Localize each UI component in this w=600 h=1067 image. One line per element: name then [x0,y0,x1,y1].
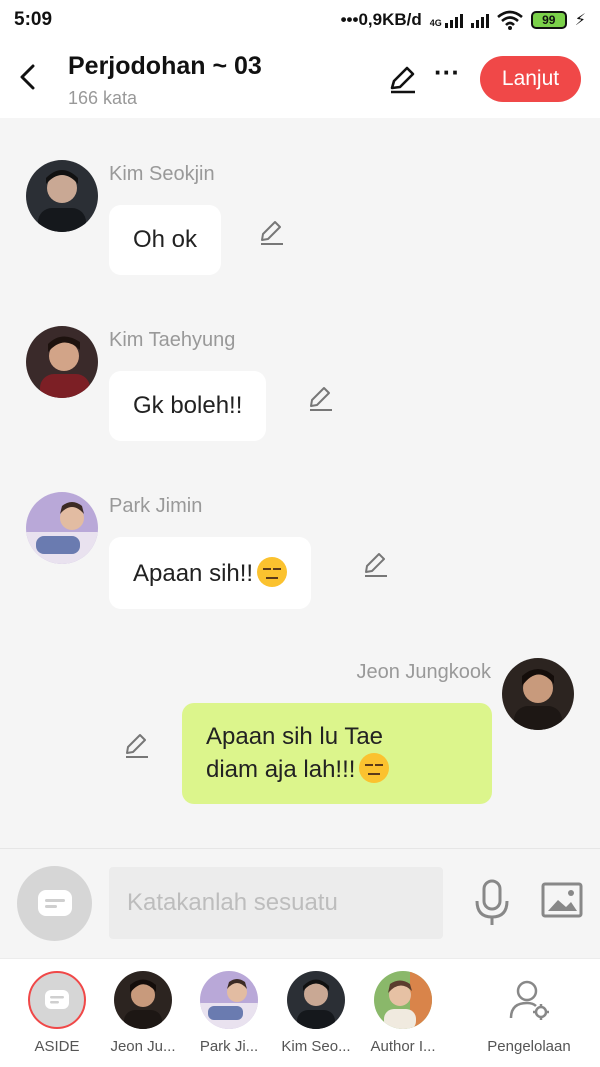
expressionless-face-icon [257,557,288,587]
character-label: Park Ji... [199,1038,259,1055]
character-label: Pengelolaan [487,1038,571,1055]
message-bubble[interactable]: Apaan sih lu Tae diam aja lah!!! [182,703,492,804]
status-time: 5:09 [14,9,53,30]
status-indicators: •••0,9KB/d 4G 99 ⚡ [341,10,586,30]
character-author[interactable]: Author I... [358,971,448,1055]
edit-message-icon[interactable] [362,551,390,579]
word-count: 166 kata [68,88,138,108]
jimin-avatar [200,971,258,1029]
pencil-icon [390,66,415,94]
cell-signal-icon: 4G [430,12,463,28]
seokjin-avatar[interactable] [26,160,98,232]
message-bubble[interactable]: Gk boleh!! [109,371,267,441]
chat-bubble-icon [37,889,72,916]
character-label: Kim Seo... [281,1038,351,1055]
cell-signal-2-icon [470,12,489,28]
status-bar: 5:09 •••0,9KB/d 4G 99 ⚡ [0,0,600,40]
expressionless-face-icon [359,753,390,783]
character-jungkook[interactable]: Jeon Ju... [98,971,188,1055]
page-title: Perjodohan ~ 03 [68,52,262,80]
jungkook-avatar[interactable] [502,658,574,730]
image-icon [541,882,583,918]
character-seokjin[interactable]: Kim Seo... [271,971,361,1055]
charging-icon: ⚡ [574,12,586,29]
aside-avatar [28,971,86,1029]
ellipsis-icon: ··· [434,57,460,87]
character-management[interactable]: Pengelolaan [474,971,584,1055]
taehyung-avatar[interactable] [26,326,98,398]
character-aside[interactable]: ASIDE [12,971,102,1055]
character-label: Jeon Ju... [110,1038,176,1055]
jimin-avatar[interactable] [26,492,98,564]
sender-name: Park Jimin [109,495,203,517]
battery-icon: 99 [530,11,567,29]
character-label: ASIDE [34,1038,80,1055]
next-button[interactable]: Lanjut [480,56,581,102]
user-settings-icon [509,980,549,1020]
story-header: Perjodohan ~ 03 166 kata ··· Lanjut [0,40,600,118]
edit-message-icon[interactable] [307,385,335,413]
sender-name: Kim Taehyung [109,329,236,351]
edit-message-icon[interactable] [258,219,286,247]
message-composer [0,848,600,958]
character-label: Author I... [370,1038,436,1055]
wifi-icon [496,10,523,30]
management-icon-wrap [500,971,558,1029]
edit-title-button[interactable] [388,64,418,94]
back-button[interactable] [14,62,40,92]
aside-toggle-button[interactable] [17,866,92,941]
chat-bubble-icon [45,990,69,1009]
more-options-button[interactable]: ··· [432,59,462,92]
author-avatar [374,971,432,1029]
network-speed: •••0,9KB/d [340,10,422,29]
chat-area[interactable]: Kim Seokjin Oh ok Kim Taehyung Gk boleh!… [0,118,600,848]
message-bubble[interactable]: Apaan sih!! [109,537,312,609]
character-bar: ASIDE Jeon Ju... Park Ji... Kim Seo... A… [0,958,600,1067]
message-input[interactable] [109,867,443,939]
chevron-left-icon [20,64,35,90]
message-text-line-2: diam aja lah!!! [206,756,356,783]
character-jimin[interactable]: Park Ji... [184,971,274,1055]
message-bubble[interactable]: Oh ok [109,205,222,275]
voice-button[interactable] [472,879,512,927]
jungkook-avatar [114,971,172,1029]
image-button[interactable] [540,881,584,921]
sender-name: Jeon Jungkook [356,661,491,683]
message-text-line-1: Apaan sih lu Tae [206,723,384,750]
seokjin-avatar [287,971,345,1029]
message-text: Apaan sih!! [133,560,254,587]
edit-message-icon[interactable] [123,732,151,760]
sender-name: Kim Seokjin [109,163,215,185]
microphone-icon [475,879,509,925]
